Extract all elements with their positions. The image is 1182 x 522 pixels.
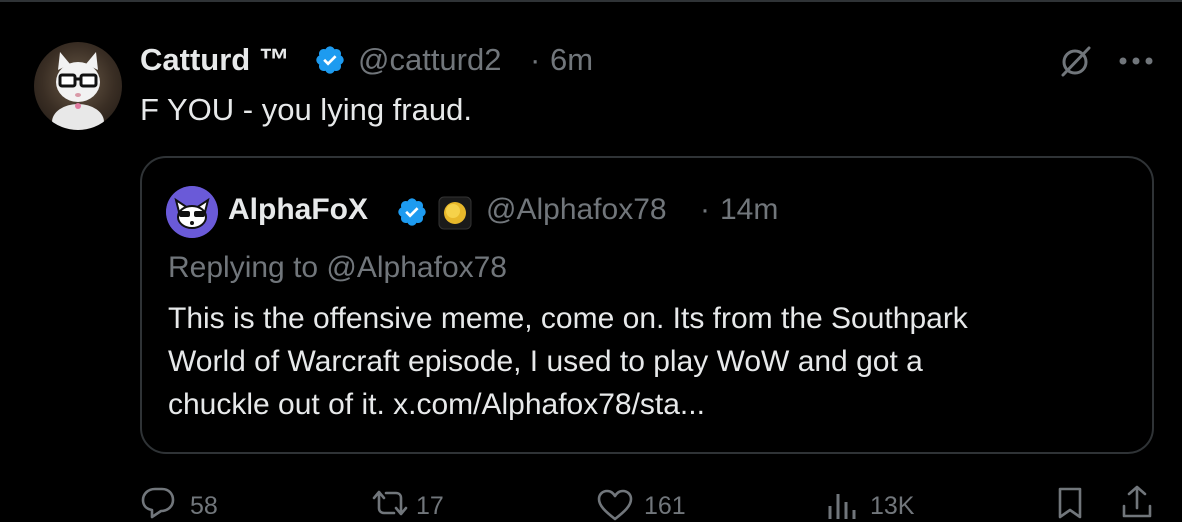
author-name[interactable]: Catturd ™ xyxy=(140,42,290,78)
like-button[interactable] xyxy=(596,488,634,522)
verified-badge-icon[interactable] xyxy=(396,196,428,228)
reply-icon xyxy=(141,487,175,519)
replying-to[interactable]: Replying to @Alphafox78 xyxy=(168,246,507,289)
views-count[interactable]: 13K xyxy=(870,492,914,521)
repost-button[interactable] xyxy=(368,488,412,518)
timestamp[interactable]: 6m xyxy=(550,42,593,78)
quoted-separator: · xyxy=(700,193,710,226)
avatar[interactable] xyxy=(34,42,122,130)
quoted-timestamp[interactable]: 14m xyxy=(720,193,778,227)
quoted-text-line: chuckle out of it. x.com/Alphafox78/sta.… xyxy=(168,388,705,421)
tweet-text: F YOU - you lying fraud. xyxy=(140,92,472,127)
more-icon[interactable] xyxy=(1118,56,1154,66)
cat-avatar-image xyxy=(52,52,104,130)
bookmark-button[interactable] xyxy=(1056,486,1084,520)
quoted-avatar[interactable] xyxy=(166,186,218,238)
repost-icon xyxy=(372,490,408,516)
reply-button[interactable] xyxy=(140,486,176,520)
verified-badge-icon[interactable] xyxy=(314,44,346,76)
author-handle[interactable]: @catturd2 xyxy=(358,42,501,78)
grok-icon[interactable] xyxy=(1058,44,1092,78)
quoted-text-line: World of Warcraft episode, I used to pla… xyxy=(168,345,923,378)
like-count[interactable]: 161 xyxy=(644,492,686,521)
quoted-author-name[interactable]: AlphaFoX xyxy=(228,193,368,227)
share-button[interactable] xyxy=(1120,484,1154,520)
top-divider xyxy=(0,0,1182,2)
quoted-text-line: This is the offensive meme, come on. Its… xyxy=(168,302,968,335)
share-icon xyxy=(1122,485,1152,518)
views-icon xyxy=(828,494,856,519)
fox-avatar-image xyxy=(166,186,218,238)
like-icon xyxy=(597,489,633,521)
reply-count[interactable]: 58 xyxy=(190,492,218,521)
separator: · xyxy=(530,42,541,77)
gold-coin-icon xyxy=(438,196,472,230)
views-button[interactable] xyxy=(826,488,860,520)
repost-count[interactable]: 17 xyxy=(416,492,444,521)
bookmark-icon xyxy=(1058,487,1082,519)
quoted-author-handle[interactable]: @Alphafox78 xyxy=(486,193,667,227)
